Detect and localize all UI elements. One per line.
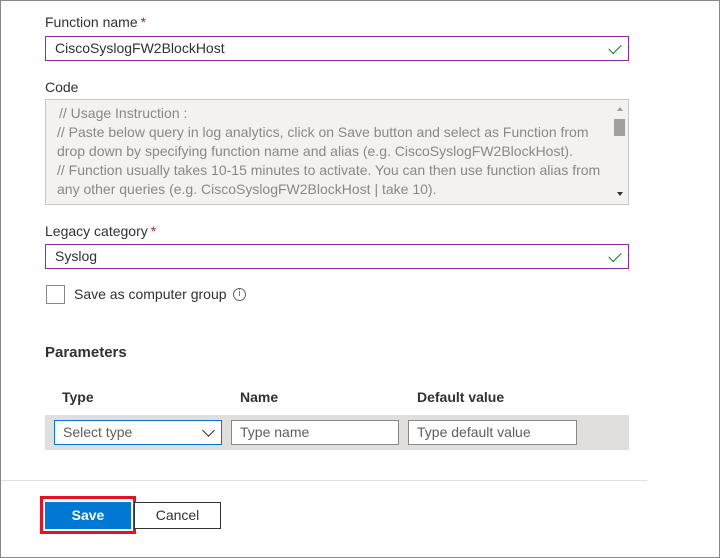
column-header-type: Type bbox=[62, 389, 94, 405]
computer-group-label: Save as computer group bbox=[74, 286, 227, 302]
checkmark-icon bbox=[608, 248, 622, 263]
scrollbar-thumb[interactable] bbox=[614, 119, 625, 136]
function-name-label: Function name * bbox=[45, 14, 146, 30]
legacy-category-input[interactable]: Syslog bbox=[45, 244, 629, 269]
type-select-placeholder: Select type bbox=[63, 424, 133, 440]
code-line: // Function usually takes 10-15 minutes … bbox=[57, 162, 601, 178]
code-label: Code bbox=[45, 79, 79, 95]
required-mark: * bbox=[140, 14, 147, 30]
function-name-input[interactable]: CiscoSyslogFW2BlockHost bbox=[45, 36, 629, 61]
code-line: // Paste below query in log analytics, c… bbox=[57, 124, 589, 140]
legacy-category-label-text: Legacy category bbox=[45, 223, 148, 239]
function-name-value: CiscoSyslogFW2BlockHost bbox=[55, 40, 225, 56]
type-select[interactable]: Select type bbox=[54, 420, 222, 445]
default-value-placeholder: Type default value bbox=[417, 424, 531, 440]
info-icon[interactable]: i bbox=[233, 288, 246, 301]
code-line: // Usage Instruction : bbox=[59, 105, 188, 121]
parameters-heading: Parameters bbox=[45, 344, 127, 361]
code-line: drop down by specifying function name an… bbox=[57, 143, 573, 159]
dialog-frame bbox=[0, 0, 720, 558]
footer-divider bbox=[1, 480, 647, 481]
legacy-category-label: Legacy category * bbox=[45, 223, 156, 239]
scroll-up-arrow-icon[interactable] bbox=[617, 107, 623, 111]
name-input[interactable]: Type name bbox=[231, 420, 399, 445]
chevron-down-icon bbox=[202, 424, 215, 437]
default-value-input[interactable]: Type default value bbox=[408, 420, 577, 445]
save-button[interactable]: Save bbox=[45, 502, 131, 529]
parameter-row: Select type Type name Type default value bbox=[45, 415, 629, 450]
legacy-category-value: Syslog bbox=[55, 248, 98, 264]
required-mark: * bbox=[150, 223, 157, 239]
column-header-name: Name bbox=[240, 389, 279, 405]
cancel-button[interactable]: Cancel bbox=[134, 502, 221, 529]
column-header-default-value: Default value bbox=[417, 389, 505, 405]
checkmark-icon bbox=[608, 40, 622, 55]
function-name-label-text: Function name bbox=[45, 14, 138, 30]
code-textarea[interactable]: // Usage Instruction : // Paste below qu… bbox=[45, 99, 629, 205]
code-line: any other queries (e.g. CiscoSyslogFW2Bl… bbox=[57, 181, 437, 197]
code-scrollbar[interactable] bbox=[612, 100, 628, 204]
computer-group-checkbox[interactable] bbox=[46, 285, 65, 304]
scroll-down-arrow-icon[interactable] bbox=[617, 192, 623, 196]
name-input-placeholder: Type name bbox=[240, 424, 310, 440]
